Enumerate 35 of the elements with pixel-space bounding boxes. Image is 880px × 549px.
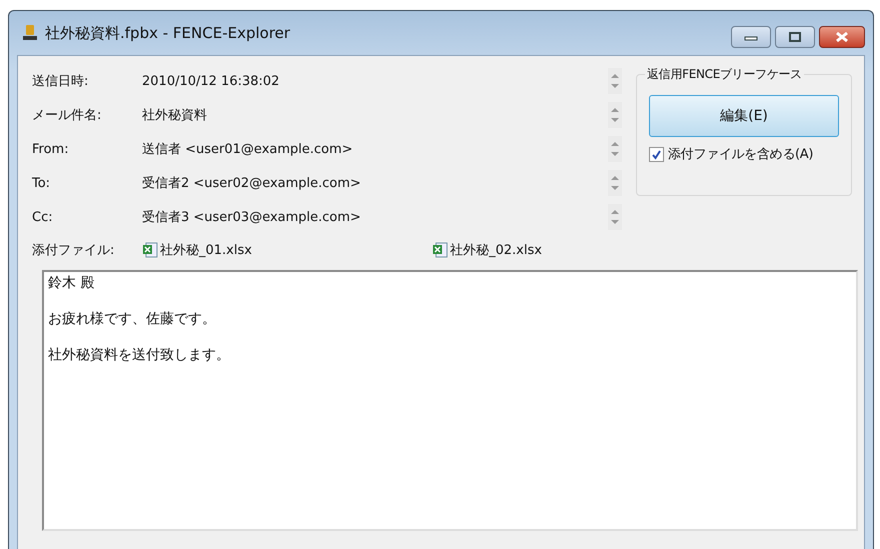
header-label: From: (32, 142, 70, 156)
scroll-arrows-icon[interactable] (608, 170, 622, 196)
header-value: 受信者2 <user02@example.com> (142, 175, 362, 192)
spreadsheet-file-icon[interactable] (432, 242, 448, 258)
header-value: 受信者3 <user03@example.com> (142, 209, 362, 226)
header-label: 送信日時: (32, 73, 90, 90)
header-value: 2010/10/12 16:38:02 (142, 74, 280, 88)
maximize-icon (788, 32, 802, 42)
attachments-label: 添付ファイル: (32, 242, 116, 259)
body-text: お疲れ様です、佐藤です。 (48, 310, 217, 328)
close-icon (835, 31, 849, 43)
close-button[interactable] (819, 26, 865, 48)
header-value: 送信者 <user01@example.com> (142, 141, 354, 158)
minimize-button[interactable] (731, 26, 771, 48)
app-icon (21, 24, 39, 42)
window-title: 社外秘資料.fpbx - FENCE-Explorer (45, 24, 290, 42)
header-label: To: (32, 176, 52, 190)
group-title: 返信用FENCEブリーフケース (645, 66, 804, 83)
body-text: 社外秘資料を送付致します。 (48, 346, 231, 364)
edit-button[interactable]: 編集(E) (649, 95, 839, 137)
body-text: 鈴木 殿 (48, 274, 96, 292)
checkbox-label[interactable]: 添付ファイルを含める(A) (668, 145, 814, 163)
attachment-link[interactable]: 社外秘_01.xlsx (160, 241, 252, 259)
scroll-arrows-icon[interactable] (608, 136, 622, 162)
header-label: メール件名: (32, 107, 102, 124)
spreadsheet-file-icon[interactable] (142, 242, 158, 258)
scroll-arrows-icon[interactable] (608, 204, 622, 230)
header-label: Cc: (32, 210, 54, 224)
scroll-arrows-icon[interactable] (608, 68, 622, 94)
message-body[interactable]: 鈴木 殿 お疲れ様です、佐藤です。 社外秘資料を送付致します。 (42, 270, 858, 531)
scroll-arrows-icon[interactable] (608, 102, 622, 128)
header-value: 社外秘資料 (142, 107, 208, 124)
attachment-link[interactable]: 社外秘_02.xlsx (450, 241, 542, 259)
checkbox[interactable] (649, 146, 664, 162)
maximize-button[interactable] (775, 26, 815, 48)
